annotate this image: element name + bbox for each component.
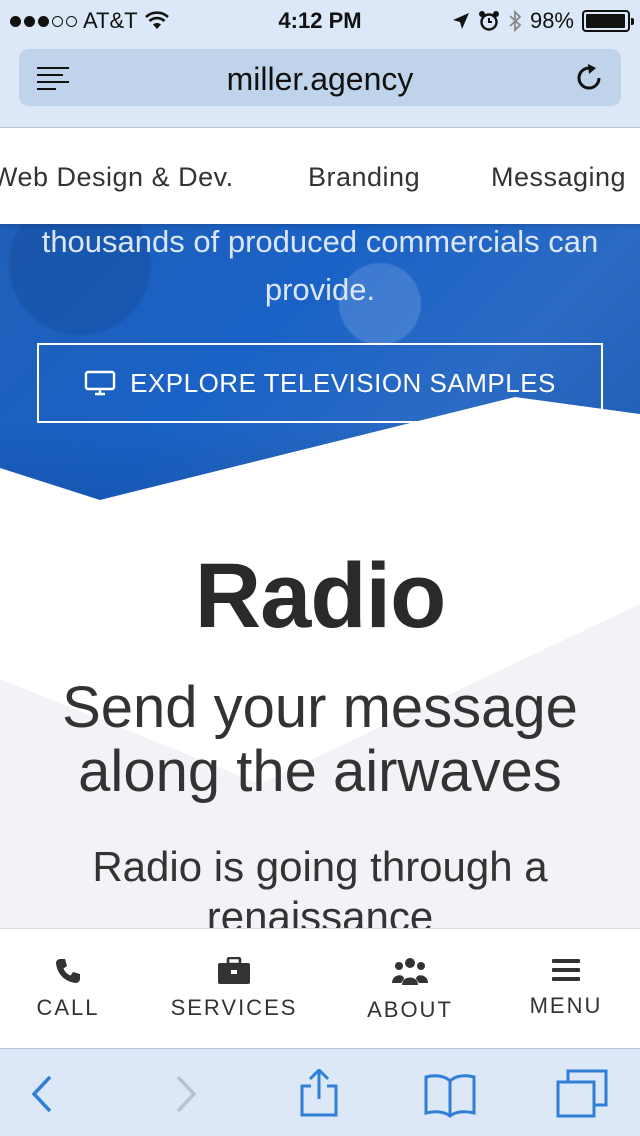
radio-body-line-1: Radio is going through a xyxy=(92,843,548,890)
radio-subtitle-line-2: along the airwaves xyxy=(78,739,562,804)
subnav-item-web-design[interactable]: Web Design & Dev. xyxy=(0,162,234,193)
briefcase-icon xyxy=(218,957,250,984)
location-arrow-icon xyxy=(452,13,469,29)
call-button[interactable]: CALL xyxy=(0,957,148,1021)
subnav-item-branding[interactable]: Branding xyxy=(308,162,420,193)
status-bar: AT&T 4:12 PM 98% xyxy=(0,0,640,40)
bluetooth-icon xyxy=(509,10,522,32)
about-button[interactable]: ABOUT xyxy=(330,957,490,1023)
url-text[interactable]: miller.agency xyxy=(19,61,621,98)
radio-title: Radio xyxy=(194,545,447,647)
radio-subtitle: Send your message along the airwaves xyxy=(0,676,640,804)
phone-icon xyxy=(56,959,80,983)
alarm-icon xyxy=(478,11,499,31)
radio-body: Radio is going through a renaissance xyxy=(0,842,640,928)
status-right: 98% xyxy=(452,8,634,34)
browser-toolbar xyxy=(0,1048,640,1136)
radio-section: Radio Send your message along the airwav… xyxy=(0,224,640,928)
battery-percent: 98% xyxy=(529,8,574,33)
hamburger-menu-icon xyxy=(552,959,580,981)
radio-subtitle-line-1: Send your message xyxy=(62,675,578,740)
services-subnav: Web Design & Dev. Branding Messaging xyxy=(0,128,640,224)
battery-fill xyxy=(586,14,626,28)
users-icon xyxy=(392,958,428,985)
address-bar[interactable]: miller.agency xyxy=(19,49,621,106)
battery-icon xyxy=(582,10,634,32)
browser-address-area: miller.agency xyxy=(0,40,640,128)
page-content: thousands of produced commercials can pr… xyxy=(0,224,640,928)
back-icon[interactable] xyxy=(14,1069,74,1119)
reload-icon[interactable] xyxy=(573,62,605,94)
menu-label: MENU xyxy=(529,993,603,1018)
share-icon[interactable] xyxy=(289,1069,349,1119)
tabs-icon[interactable] xyxy=(552,1069,612,1119)
services-label: SERVICES xyxy=(170,995,298,1020)
site-bottom-nav: CALL SERVICES ABOUT MENU xyxy=(0,928,640,1048)
call-label: CALL xyxy=(36,995,100,1020)
forward-icon[interactable] xyxy=(154,1069,214,1119)
menu-button[interactable]: MENU xyxy=(486,957,640,1019)
about-label: ABOUT xyxy=(367,997,453,1022)
services-button[interactable]: SERVICES xyxy=(154,957,314,1021)
bookmarks-icon[interactable] xyxy=(420,1069,480,1119)
subnav-item-messaging[interactable]: Messaging xyxy=(491,162,626,193)
radio-body-line-2: renaissance xyxy=(206,893,434,928)
